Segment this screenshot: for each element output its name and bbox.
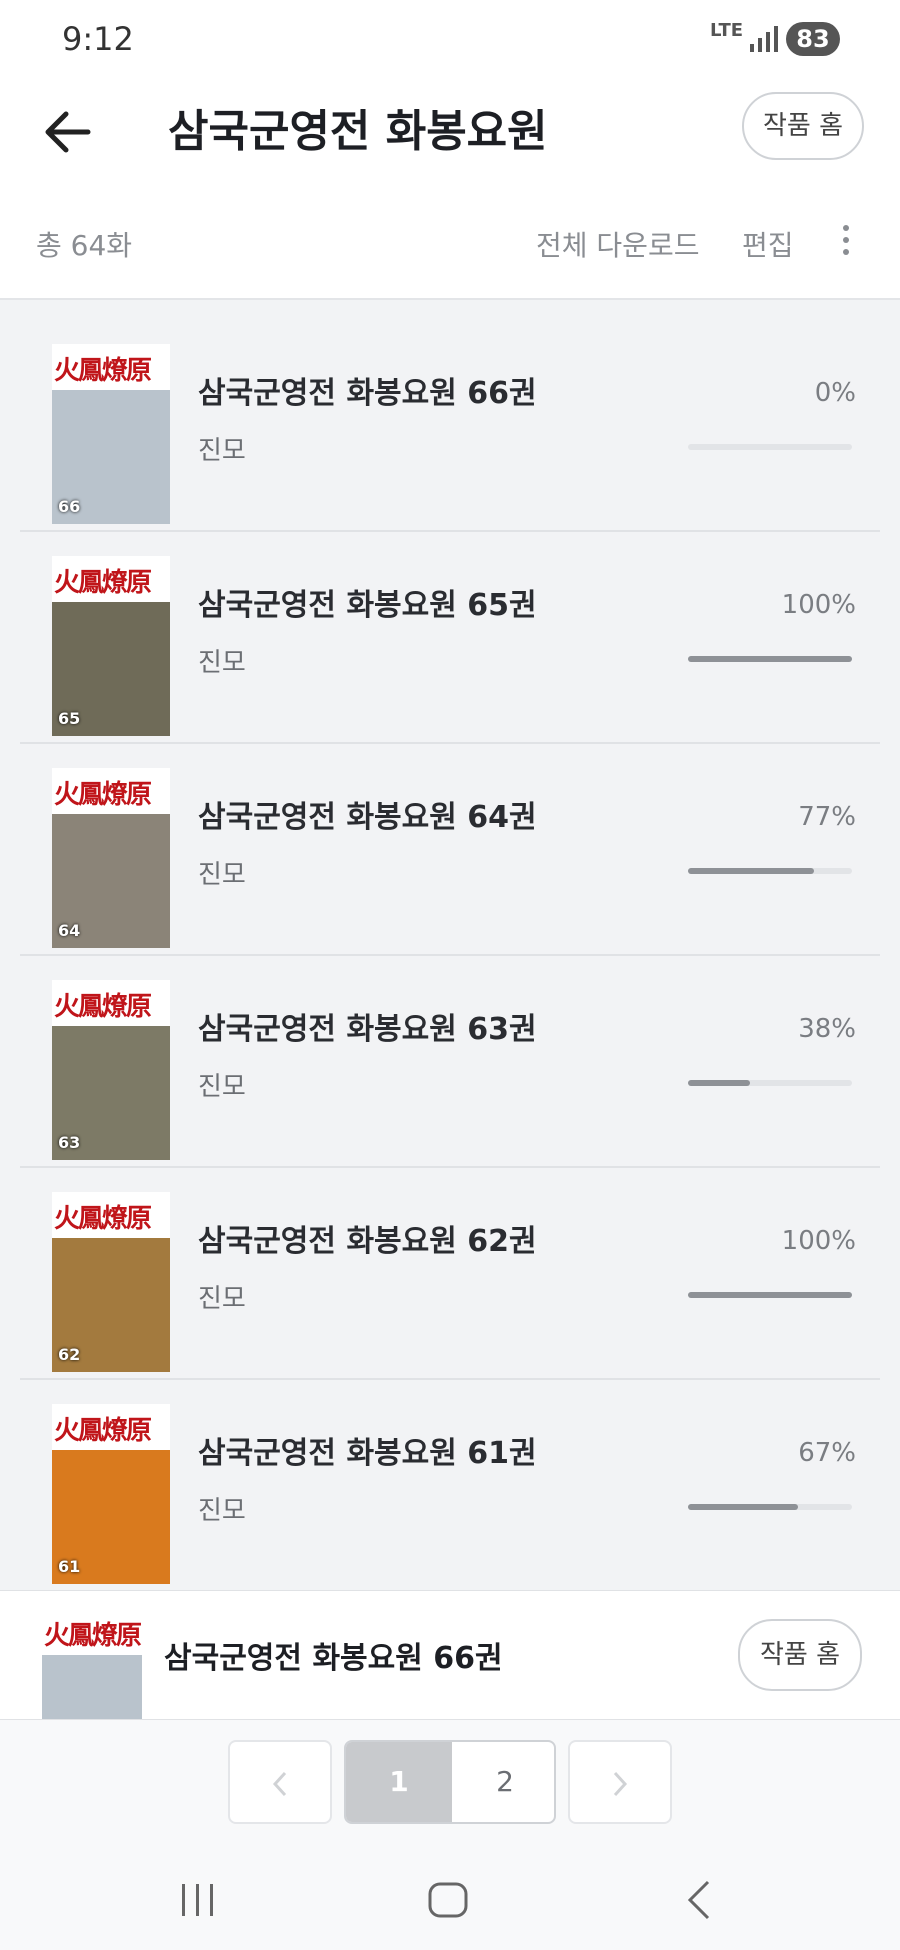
progress-bar-fill (688, 656, 852, 662)
page-1-button[interactable]: 1 (346, 1742, 452, 1822)
episode-cover-image: 火鳳燎原 64 (52, 768, 170, 948)
progress-bar (688, 868, 852, 874)
progress-bar-fill (688, 1080, 751, 1086)
episode-author: 진모 (198, 436, 246, 466)
back-arrow-icon[interactable] (38, 102, 98, 162)
episode-author: 진모 (198, 648, 246, 678)
episode-cover-image: 火鳳燎原 66 (52, 344, 170, 524)
episode-title: 삼국군영전 화봉요원 64권 (198, 800, 537, 835)
cover-volume-number: 66 (58, 497, 81, 516)
cover-volume-number: 65 (58, 709, 81, 728)
chevron-right-icon (613, 1771, 628, 1797)
edit-button[interactable]: 편집 (742, 224, 794, 264)
cover-logo: 火鳳燎原 (54, 356, 152, 386)
system-back-icon[interactable] (684, 1878, 714, 1922)
more-options-icon[interactable] (834, 220, 858, 264)
progress-percent: 0% (814, 378, 856, 408)
episode-row[interactable]: 火鳳燎原 65 삼국군영전 화봉요원 65권진모 100% (20, 532, 880, 744)
mini-cover-logo: 火鳳燎原 (44, 1621, 142, 1651)
episode-cover-image: 火鳳燎原 62 (52, 1192, 170, 1372)
progress-bar (688, 1292, 852, 1298)
progress-bar (688, 656, 852, 662)
download-all-button[interactable]: 전체 다운로드 (536, 224, 699, 264)
next-page-button[interactable] (568, 1740, 672, 1824)
episode-title: 삼국군영전 화봉요원 61권 (198, 1436, 537, 1471)
progress-percent: 67% (798, 1438, 856, 1468)
cover-logo: 火鳳燎原 (54, 1204, 152, 1234)
status-time: 9:12 (62, 20, 134, 58)
episode-author: 진모 (198, 1072, 246, 1102)
progress-bar (688, 1080, 852, 1086)
pagination: 1 2 (0, 1720, 900, 1850)
episode-row[interactable]: 火鳳燎原 64 삼국군영전 화봉요원 64권진모 77% (20, 744, 880, 956)
mini-work-home-button[interactable]: 작품 홈 (738, 1619, 862, 1691)
mini-cover-image: 火鳳燎原 (42, 1609, 142, 1719)
cover-logo: 火鳳燎原 (54, 1416, 152, 1446)
progress-bar-fill (688, 868, 815, 874)
progress-bar-fill (688, 1504, 798, 1510)
episode-title: 삼국군영전 화봉요원 63권 (198, 1012, 537, 1047)
status-bar: 9:12 LTE 83 (0, 0, 900, 80)
chevron-left-icon (272, 1771, 287, 1797)
episode-title: 삼국군영전 화봉요원 66권 (198, 376, 537, 411)
list-toolbar: 총 64화 전체 다운로드 편집 (0, 190, 900, 300)
cover-volume-number: 61 (58, 1557, 81, 1576)
episode-row[interactable]: 火鳳燎原 66 삼국군영전 화봉요원 66권진모 0% (20, 320, 880, 532)
battery-indicator: 83 (786, 22, 840, 56)
home-icon[interactable] (426, 1878, 470, 1922)
cover-logo: 火鳳燎原 (54, 780, 152, 810)
cover-logo: 火鳳燎原 (54, 568, 152, 598)
mini-title: 삼국군영전 화봉요원 66권 (164, 1641, 503, 1676)
cover-volume-number: 62 (58, 1345, 81, 1364)
progress-bar-fill (688, 1292, 852, 1298)
now-reading-bar[interactable]: 火鳳燎原 삼국군영전 화봉요원 66권 작품 홈 (0, 1590, 900, 1721)
cover-volume-number: 63 (58, 1133, 81, 1152)
page-title: 삼국군영전 화봉요원 (168, 106, 548, 157)
recent-apps-icon[interactable] (178, 1880, 218, 1920)
app-header: 삼국군영전 화봉요원 작품 홈 (0, 80, 900, 190)
episode-title: 삼국군영전 화봉요원 65권 (198, 588, 537, 623)
progress-percent: 38% (798, 1014, 856, 1044)
episode-list: 火鳳燎原 66 삼국군영전 화봉요원 66권진모 0% 火鳳燎原 65 삼국군영전 화봉요원… (20, 320, 880, 1592)
page-numbers: 1 2 (344, 1740, 556, 1824)
episode-row[interactable]: 火鳳燎原 61 삼국군영전 화봉요원 61권진모 67% (20, 1380, 880, 1592)
episode-author: 진모 (198, 1496, 246, 1526)
progress-percent: 100% (781, 590, 856, 620)
progress-percent: 77% (798, 802, 856, 832)
episode-row[interactable]: 火鳳燎原 62 삼국군영전 화봉요원 62권진모 100% (20, 1168, 880, 1380)
episode-author: 진모 (198, 1284, 246, 1314)
system-nav-bar (0, 1850, 900, 1950)
cover-logo: 火鳳燎原 (54, 992, 152, 1022)
progress-bar (688, 1504, 852, 1510)
progress-bar (688, 444, 852, 450)
prev-page-button[interactable] (228, 1740, 332, 1824)
work-home-button[interactable]: 작품 홈 (742, 92, 864, 160)
cover-volume-number: 64 (58, 921, 81, 940)
episode-row[interactable]: 火鳳燎原 63 삼국군영전 화봉요원 63권진모 38% (20, 956, 880, 1168)
progress-percent: 100% (781, 1226, 856, 1256)
episode-cover-image: 火鳳燎原 65 (52, 556, 170, 736)
signal-icon (750, 26, 778, 52)
episode-cover-image: 火鳳燎原 61 (52, 1404, 170, 1584)
episode-count: 총 64화 (36, 229, 133, 262)
episode-cover-image: 火鳳燎原 63 (52, 980, 170, 1160)
episode-author: 진모 (198, 860, 246, 890)
network-indicator: LTE (710, 20, 744, 41)
page-2-button[interactable]: 2 (452, 1742, 554, 1822)
episode-title: 삼국군영전 화봉요원 62권 (198, 1224, 537, 1259)
